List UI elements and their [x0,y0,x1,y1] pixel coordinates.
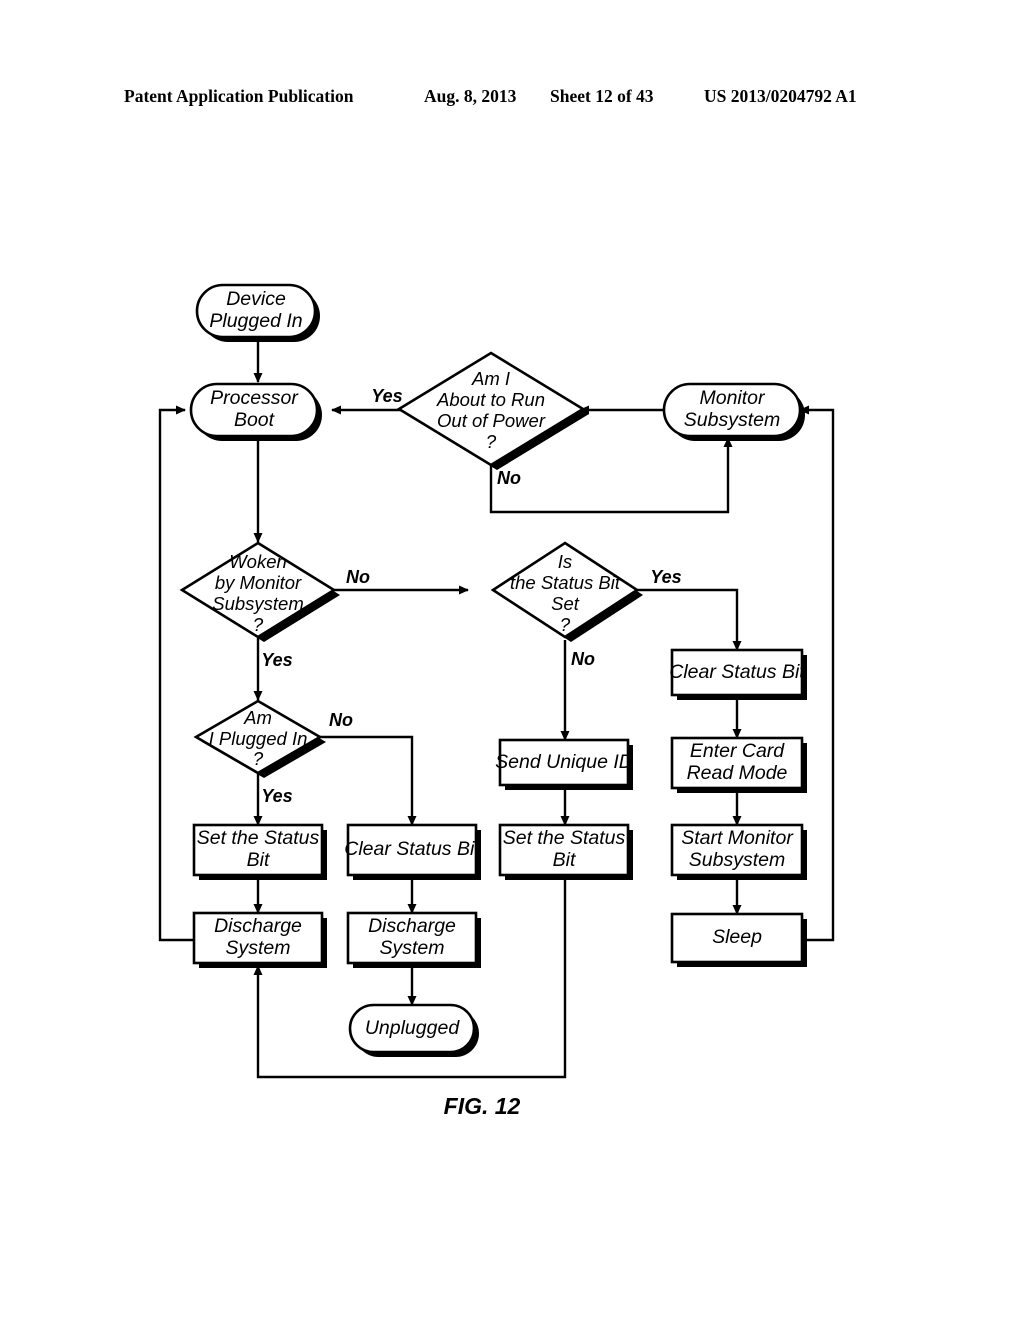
edge-discharge-to-boot-loop [158,405,193,942]
node-label-sleep: Sleep [712,926,762,948]
node-label-entercard-line2: Read Mode [687,762,788,784]
node-discharge-system-left: Discharge System [192,911,327,968]
node-label-monitor-line1: Monitor [699,387,766,409]
node-label-device-line1: Device [226,288,286,310]
edge-label-power-no: No [497,468,521,488]
node-label-setbit-left-line2: Bit [247,849,271,871]
node-label-send-unique-id: Send Unique ID [495,751,633,773]
node-label-discharge-mid-line1: Discharge [368,915,456,937]
edge-statusset-yes-to-clear [637,588,742,651]
node-label-startmonitor-line1: Start Monitor [681,827,794,849]
node-label-unplugged: Unplugged [365,1017,460,1039]
node-label-setbit-mid-line2: Bit [553,849,577,871]
node-unplugged: Unplugged [348,1003,479,1057]
node-label-discharge-mid-line2: System [379,937,444,959]
edge-label-statusset-no: No [571,649,595,669]
edge-label-statusset-yes: Yes [650,567,681,587]
edge-label-plugged-no: No [329,710,353,730]
node-label-statusset-line3: Set [551,593,580,614]
node-clear-status-bit-mid: Clear Status Bit [344,823,481,880]
node-label-power-line3: Out of Power [437,410,546,431]
node-label-discharge-left-line1: Discharge [214,915,302,937]
node-sleep: Sleep [670,912,807,967]
node-discharge-system-mid: Discharge System [346,911,481,968]
node-label-plugged-line1: Am [243,707,272,728]
node-set-status-bit-mid: Set the Status Bit [498,823,633,880]
edge-label-woken-yes: Yes [261,650,292,670]
edge-plugged-no-to-clear [320,735,417,826]
node-woken-decision: Woken by Monitor Subsystem ? [179,541,340,642]
patent-page: Patent Application Publication Aug. 8, 2… [0,0,1024,1320]
node-start-monitor-subsystem: Start Monitor Subsystem [670,823,807,880]
node-power-decision: Am I About to Run Out of Power ? [396,351,589,470]
node-enter-card-read-mode: Enter Card Read Mode [670,736,807,793]
node-label-boot-line1: Processor [210,387,299,409]
node-label-statusset-line1: Is [558,551,572,572]
node-clear-status-bit-right: Clear Status Bit [669,648,807,700]
figure-12-flowchart: Device Plugged In Processor Boot Am I Ab… [0,0,1024,1320]
node-label-power-line1: Am I [471,368,510,389]
node-label-device-line2: Plugged In [209,310,302,332]
node-set-status-bit-left: Set the Status Bit [192,823,327,880]
node-label-woken-line4: ? [253,614,264,635]
node-status-bit-set-decision: Is the Status Bit Set ? [490,541,643,642]
figure-caption: FIG. 12 [444,1093,521,1119]
node-label-power-line2: About to Run [436,389,545,410]
node-label-discharge-left-line2: System [225,937,290,959]
node-label-entercard-line1: Enter Card [690,740,785,762]
node-label-statusset-line4: ? [560,614,571,635]
edge-label-power-yes: Yes [371,386,402,406]
node-label-woken-line2: by Monitor [215,572,302,593]
node-label-setbit-mid-line1: Set the Status [503,827,626,849]
node-device-plugged-in: Device Plugged In [195,283,320,342]
node-send-unique-id: Send Unique ID [495,738,633,790]
node-label-plugged-line3: ? [253,748,264,769]
node-label-startmonitor-line2: Subsystem [689,849,785,871]
node-label-clear-mid: Clear Status Bit [344,838,481,860]
edge-label-woken-no: No [346,567,370,587]
node-label-monitor-line2: Subsystem [684,409,780,431]
node-label-clear-right: Clear Status Bit [669,661,806,683]
node-label-power-line4: ? [486,431,497,452]
node-label-plugged-line2: I Plugged In [209,728,308,749]
node-label-woken-line1: Woken [229,551,287,572]
node-label-statusset-line2: the Status Bit [510,572,621,593]
edge-label-plugged-yes: Yes [261,786,292,806]
node-label-setbit-left-line1: Set the Status [197,827,320,849]
node-label-woken-line3: Subsystem [212,593,304,614]
node-label-boot-line2: Boot [234,409,276,431]
node-processor-boot: Processor Boot [189,382,322,441]
node-am-i-plugged-in-decision: Am I Plugged In ? [193,699,326,778]
node-monitor-subsystem: Monitor Subsystem [662,382,805,441]
